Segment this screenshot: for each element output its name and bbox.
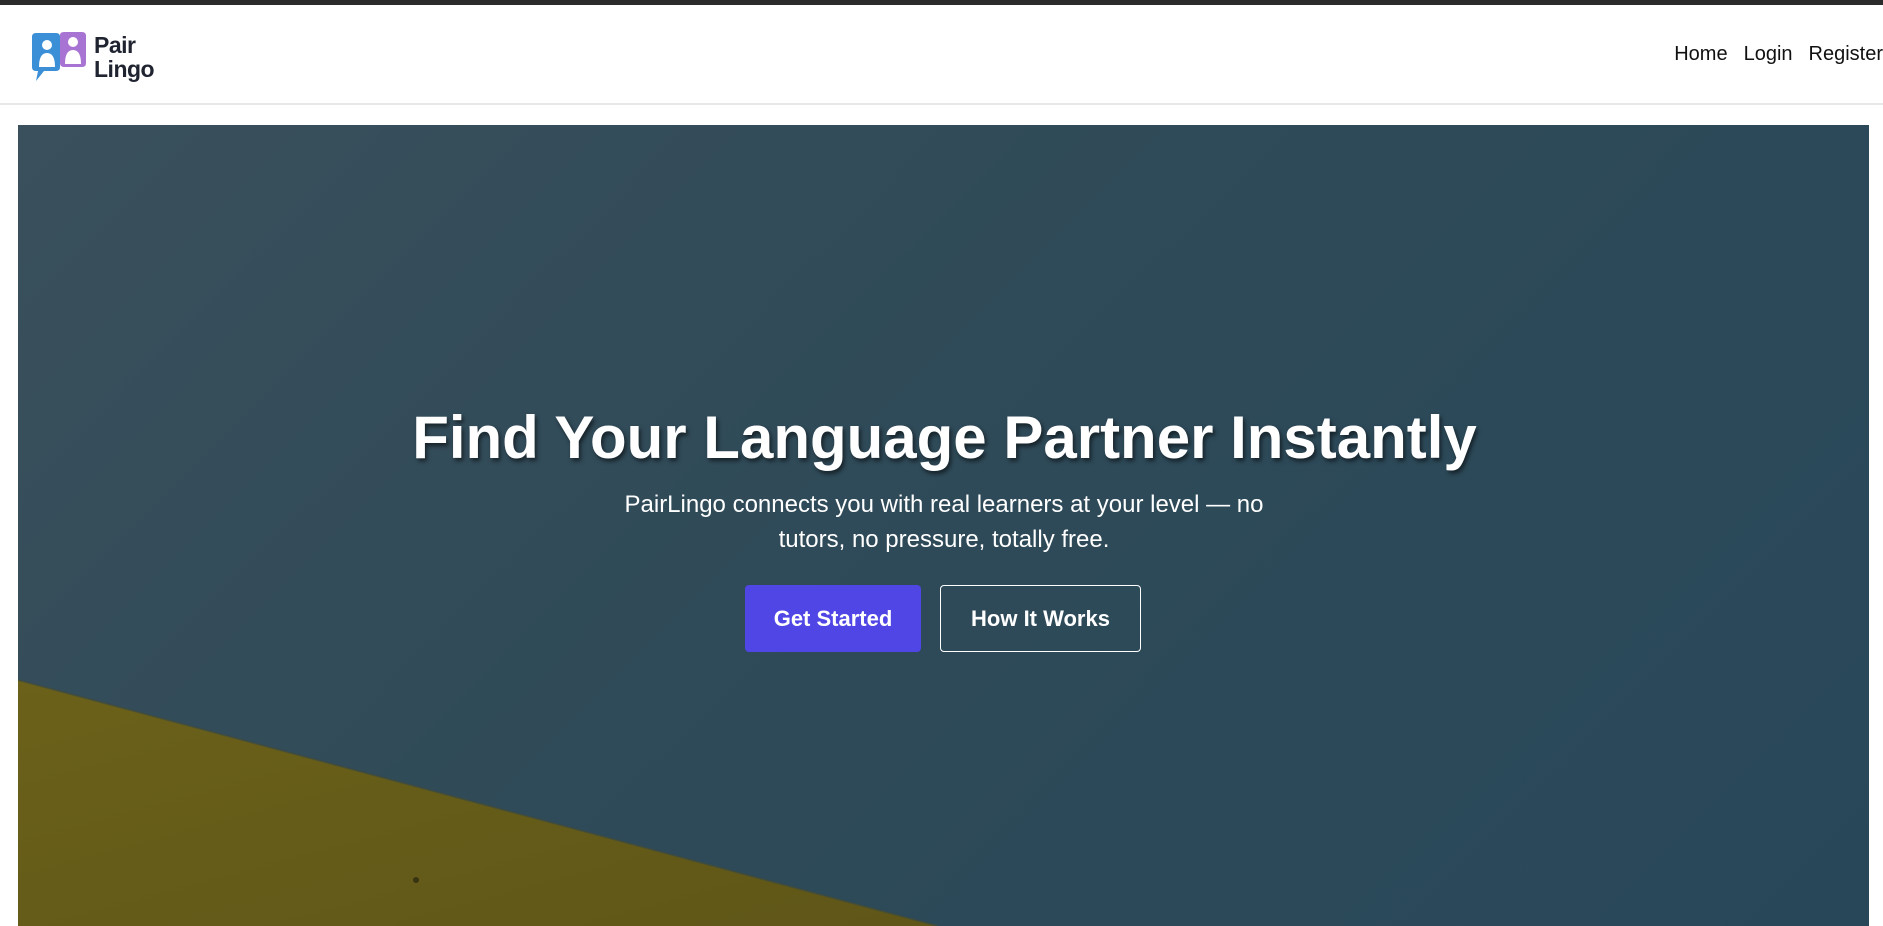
how-it-works-button[interactable]: How It Works [940,585,1141,652]
hero-section: Find Your Language Partner Instantly Pai… [18,125,1869,926]
two-people-chat-bubbles-icon [32,32,86,81]
nav-link-register[interactable]: Register [1809,43,1883,66]
hero-subtitle: PairLingo connects you with real learner… [624,491,1264,553]
brand-logo[interactable]: Pair Lingo [30,31,155,83]
hero-title: Find Your Language Partner Instantly [412,404,1477,471]
nav-link-login[interactable]: Login [1744,43,1793,66]
nav-links: Home Login Register [1658,43,1883,66]
nav-link-home[interactable]: Home [1674,43,1727,66]
brand-name: Pair Lingo [94,32,155,82]
brand-name-line-2: Lingo [94,56,155,82]
brand-name-line-1: Pair [94,32,136,58]
get-started-button[interactable]: Get Started [745,585,921,652]
navbar: Pair Lingo Home Login Register [0,5,1883,105]
